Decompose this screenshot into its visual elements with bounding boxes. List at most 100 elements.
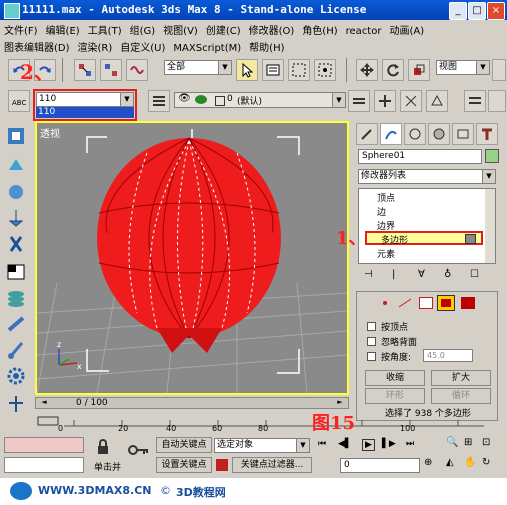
zoom-all-icon[interactable]: ⊞	[464, 437, 472, 448]
layer-manager-icon[interactable]	[148, 90, 170, 112]
arc-rotate-icon[interactable]: ↻	[482, 457, 490, 468]
create-layer-icon[interactable]	[348, 90, 370, 112]
ring-button[interactable]: 环形	[365, 388, 425, 404]
perspective-viewport[interactable]: 透视 z x	[35, 121, 349, 395]
named-selection-option[interactable]: 110	[36, 107, 134, 118]
select-and-link-icon[interactable]	[74, 59, 96, 81]
set-current-layer-icon[interactable]	[426, 90, 448, 112]
left-tool-4-icon[interactable]	[4, 207, 28, 229]
left-tool-9-icon[interactable]	[4, 339, 28, 361]
sphere-object[interactable]	[97, 137, 281, 353]
modifier-list-dropdown[interactable]: 修改器列表 ▼	[358, 169, 496, 184]
minimize-button[interactable]: _	[449, 2, 467, 20]
select-object-icon[interactable]	[236, 59, 258, 81]
pin-stack-icon[interactable]: ⊣	[364, 269, 373, 280]
show-end-result-icon[interactable]: |	[392, 269, 395, 280]
next-frame-icon[interactable]: ▌▶	[382, 439, 396, 449]
gear-icon[interactable]	[4, 365, 28, 387]
select-in-layer-icon[interactable]	[400, 90, 422, 112]
by-vertex-checkbox[interactable]	[367, 322, 376, 331]
modify-tab-icon[interactable]	[380, 123, 402, 145]
object-name-field[interactable]: Sphere01	[358, 149, 482, 164]
left-tool-7-icon[interactable]	[4, 287, 28, 309]
add-to-layer-icon[interactable]	[374, 90, 396, 112]
chevron-left-icon[interactable]: ◄	[38, 398, 50, 408]
pivot-icon[interactable]	[492, 59, 506, 81]
region-select-icon[interactable]	[288, 59, 310, 81]
play-icon[interactable]: ▶	[362, 439, 375, 451]
display-tab-icon[interactable]	[452, 123, 474, 145]
layer-dropdown[interactable]: 👁 0 (默认) ▼	[174, 92, 346, 108]
go-to-end-icon[interactable]: ⏭	[406, 439, 414, 449]
time-slider[interactable]: ◄ 0 / 100 ►	[35, 397, 349, 409]
maxscript-listener-white[interactable]	[4, 457, 84, 473]
chevron-right-icon[interactable]: ►	[334, 398, 346, 408]
angle-spinner[interactable]: 45.0	[423, 349, 473, 362]
current-frame-field[interactable]: 0	[340, 458, 420, 473]
close-button[interactable]: ×	[487, 2, 505, 20]
element-select-icon[interactable]	[461, 297, 475, 309]
create-tab-icon[interactable]	[356, 123, 378, 145]
border-select-icon[interactable]	[419, 297, 433, 309]
pan-icon[interactable]: ✋	[464, 457, 476, 468]
layers-icon[interactable]	[464, 90, 486, 112]
make-unique-icon[interactable]: ∀	[418, 269, 425, 280]
left-tool-3-icon[interactable]	[4, 181, 28, 203]
menu-graph-editors[interactable]: 图表编辑器(D)	[0, 37, 74, 56]
polygon-select-icon[interactable]	[437, 295, 455, 311]
zoom-icon[interactable]: 🔍	[446, 437, 458, 448]
menu-customize[interactable]: 自定义(U)	[116, 37, 169, 56]
track-bar[interactable]: 0 20 40 60 80 100	[0, 412, 507, 434]
window-crossing-icon[interactable]	[314, 59, 336, 81]
stack-item-polygon[interactable]: 多边形	[381, 233, 408, 246]
left-tool-6-icon[interactable]	[4, 261, 28, 283]
abc-icon[interactable]: ABC	[8, 90, 30, 112]
maxscript-listener-pink[interactable]	[4, 437, 84, 453]
selection-filter-dropdown[interactable]: 全部 ▼	[164, 60, 232, 75]
motion-tab-icon[interactable]	[428, 123, 450, 145]
hierarchy-tab-icon[interactable]	[404, 123, 426, 145]
rotate-icon[interactable]	[382, 59, 404, 81]
ignore-backface-checkbox[interactable]	[367, 337, 376, 346]
vertex-select-icon[interactable]	[377, 297, 393, 309]
left-tool-1-icon[interactable]	[4, 125, 28, 147]
stack-item-edge[interactable]: 边	[377, 205, 386, 218]
auto-key-button[interactable]: 自动关键点	[156, 437, 212, 453]
stack-item-vertex[interactable]: 顶点	[377, 191, 395, 204]
field-of-view-icon[interactable]: ◭	[446, 457, 454, 468]
unlink-icon[interactable]	[100, 59, 122, 81]
key-icon[interactable]	[128, 443, 150, 457]
menu-help[interactable]: 帮助(H)	[245, 37, 288, 56]
menu-maxscript[interactable]: MAXScript(M)	[169, 41, 245, 56]
left-tool-2-icon[interactable]	[4, 155, 28, 177]
maximize-button[interactable]: □	[468, 2, 486, 20]
loop-button[interactable]: 循环	[431, 388, 491, 404]
utilities-tab-icon[interactable]	[476, 123, 498, 145]
remove-modifier-icon[interactable]: ♁	[444, 269, 451, 280]
by-angle-checkbox[interactable]	[367, 352, 376, 361]
bind-spacewarp-icon[interactable]	[126, 59, 148, 81]
lock-icon[interactable]	[94, 439, 112, 455]
edge-select-icon[interactable]	[397, 297, 413, 309]
object-color-swatch[interactable]	[485, 149, 499, 163]
stack-item-element[interactable]: 元素	[377, 247, 395, 260]
selected-object-dropdown[interactable]: 选定对象 ▼	[214, 438, 310, 453]
previous-frame-icon[interactable]: ◀▌	[338, 439, 352, 449]
stack-scrollbar[interactable]	[485, 189, 495, 263]
move-icon[interactable]	[356, 59, 378, 81]
reference-coord-dropdown[interactable]: 视图 ▼	[436, 60, 490, 75]
named-selection-dropdown[interactable]: 110 ▼	[36, 92, 134, 107]
go-to-start-icon[interactable]: ⏮	[318, 439, 326, 449]
zoom-extents-icon[interactable]: ⊡	[482, 437, 490, 448]
grow-button[interactable]: 扩大	[431, 370, 491, 386]
select-by-name-icon[interactable]	[262, 59, 284, 81]
shrink-button[interactable]: 收缩	[365, 370, 425, 386]
left-tool-5-icon[interactable]	[4, 233, 28, 255]
left-tool-8-icon[interactable]	[4, 313, 28, 335]
menu-rendering[interactable]: 渲染(R)	[74, 37, 117, 56]
set-key-button[interactable]: 设置关键点	[156, 457, 212, 473]
scale-icon[interactable]	[408, 59, 430, 81]
key-filters-button[interactable]: 关键点过滤器...	[232, 457, 312, 473]
more-tools-icon[interactable]	[488, 90, 506, 112]
configure-sets-icon[interactable]: ☐	[470, 269, 479, 280]
